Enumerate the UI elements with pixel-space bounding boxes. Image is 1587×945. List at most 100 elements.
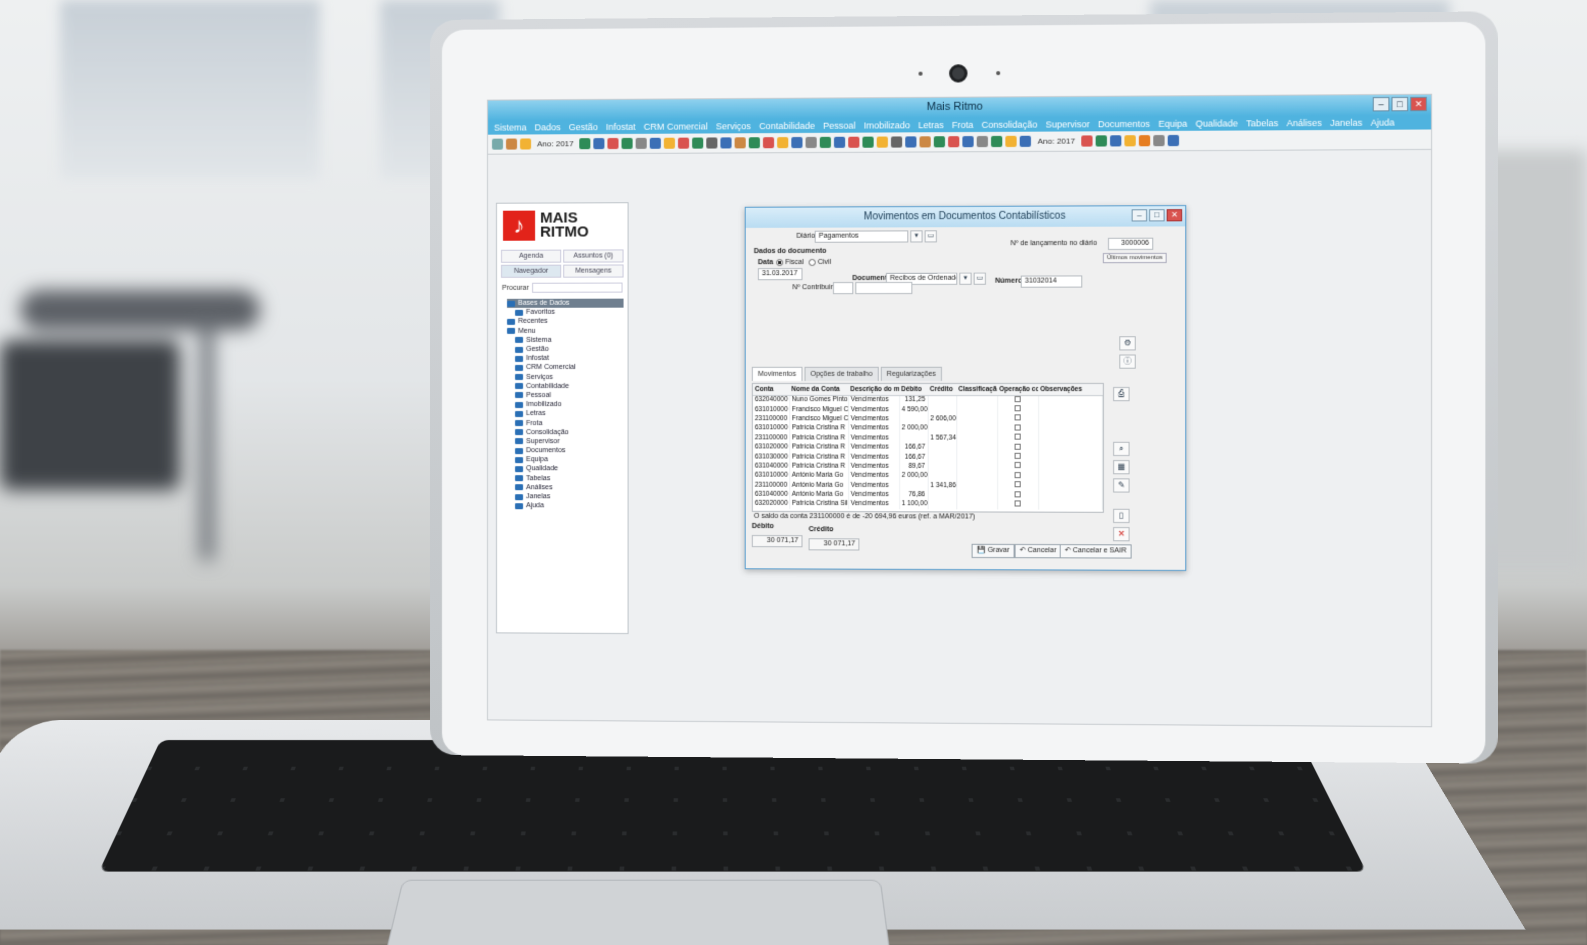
cell-observacoes[interactable] <box>1038 433 1103 443</box>
menu-item[interactable]: Letras <box>918 120 944 130</box>
cell-credito[interactable] <box>927 423 957 434</box>
cell-desc[interactable]: Vencimentos <box>848 480 900 490</box>
cell-credito[interactable]: 2 606,00 <box>927 414 957 424</box>
tool-icon[interactable] <box>777 137 789 149</box>
menu-item[interactable]: Frota <box>952 120 973 130</box>
cell-observacoes[interactable] <box>1038 404 1103 415</box>
tool-icon[interactable] <box>991 135 1003 148</box>
cell-debito[interactable]: 76,86 <box>899 489 928 500</box>
chevron-down-icon[interactable]: ▾ <box>910 230 923 243</box>
cell-classificacao[interactable] <box>956 414 998 424</box>
maximize-icon[interactable]: □ <box>1391 96 1409 112</box>
cell-credito[interactable] <box>927 452 957 462</box>
cell-credito[interactable] <box>927 490 957 500</box>
cell-observacoes[interactable] <box>1038 395 1103 405</box>
tab-mensagens[interactable]: Mensagens <box>563 264 624 278</box>
checkbox[interactable] <box>1014 396 1021 403</box>
maximize-icon[interactable]: □ <box>1149 209 1165 222</box>
checkbox[interactable] <box>1014 500 1021 507</box>
delete-icon[interactable]: ✕ <box>1113 527 1130 542</box>
tool-icon[interactable] <box>607 137 620 150</box>
cell-classificacao[interactable] <box>956 442 998 453</box>
cell-conta[interactable]: 631040000 <box>752 489 790 500</box>
checkbox[interactable] <box>1014 490 1021 497</box>
cell-nome[interactable]: Nuno Gomes Pinto <box>789 395 849 405</box>
cell-observacoes[interactable] <box>1038 442 1103 453</box>
cell-credito[interactable]: 1 341,86 <box>927 480 957 491</box>
tab-agenda[interactable]: Agenda <box>501 249 562 263</box>
cell-conta[interactable]: 631020000 <box>752 442 790 452</box>
tool-icon[interactable] <box>1081 135 1093 147</box>
edit-icon[interactable]: ✎ <box>1113 478 1130 493</box>
cell-desc[interactable]: Vencimentos <box>848 451 900 462</box>
cell-desc[interactable]: Vencimentos <box>848 499 900 509</box>
cell-nome[interactable]: António Maria Go <box>789 480 849 490</box>
checkbox[interactable] <box>1014 471 1021 478</box>
menu-item[interactable]: CRM Comercial <box>644 121 708 131</box>
column-header[interactable]: Débito <box>899 383 928 396</box>
cell-conta[interactable]: 631010000 <box>752 470 790 481</box>
close-icon[interactable]: ✕ <box>1166 209 1183 222</box>
tree-item[interactable]: Análises <box>507 483 624 492</box>
cell-nome[interactable]: Patrícia Cristina R <box>789 461 849 471</box>
new-document-icon[interactable]: ▯ <box>1113 508 1130 524</box>
cell-classificacao[interactable] <box>956 480 998 491</box>
cell-debito[interactable]: 131,25 <box>899 395 928 405</box>
menu-item[interactable]: Tabelas <box>1246 118 1278 128</box>
minimize-icon[interactable]: – <box>1372 97 1390 112</box>
tree-item[interactable]: Contabilidade <box>507 382 624 391</box>
cell-nome[interactable]: Patrícia Cristina R <box>789 451 849 462</box>
tool-icon[interactable] <box>1095 135 1107 147</box>
cell-observacoes[interactable] <box>1038 452 1103 462</box>
checkbox[interactable] <box>1014 443 1021 450</box>
tool-icon[interactable] <box>948 136 960 148</box>
print-icon[interactable]: ⎙ <box>1113 386 1130 402</box>
tree-item[interactable]: Ajuda <box>507 501 624 511</box>
cell-nome[interactable]: Patrícia Cristina R <box>789 442 849 452</box>
tool-icon[interactable] <box>650 137 662 149</box>
tool-icon[interactable] <box>806 136 818 149</box>
tool-icon[interactable] <box>593 138 605 150</box>
tree-item[interactable]: Favoritos <box>507 308 624 317</box>
fiscal-radio[interactable]: Fiscal <box>776 259 804 266</box>
cell-conta[interactable]: 631010000 <box>752 423 790 433</box>
menu-item[interactable]: Serviços <box>716 121 751 131</box>
civil-radio[interactable]: Civil <box>808 258 831 266</box>
table-row[interactable]: 631010000 Francisco Miguel C Vencimentos 4 … <box>752 404 1103 415</box>
cell-observacoes[interactable] <box>1038 461 1103 472</box>
cell-desc[interactable]: Vencimentos <box>848 423 900 434</box>
tool-icon[interactable] <box>706 137 718 149</box>
tree-item[interactable]: Frota <box>507 418 624 427</box>
cell-desc[interactable]: Vencimentos <box>848 470 900 481</box>
tool-icon[interactable] <box>1153 135 1165 147</box>
column-header[interactable]: Descrição do movimento <box>848 383 900 396</box>
settings-icon[interactable]: ⚙ <box>1119 336 1136 351</box>
tool-icon[interactable] <box>891 136 903 148</box>
info-icon[interactable]: ⓘ <box>1119 354 1136 369</box>
column-header[interactable]: Conta <box>752 383 790 396</box>
tab-assuntos[interactable]: Assuntos (0) <box>563 249 624 263</box>
cell-credito[interactable] <box>927 442 957 453</box>
menu-item[interactable]: Qualidade <box>1195 118 1237 128</box>
tool-icon[interactable] <box>977 135 989 148</box>
numero-field[interactable]: 31032014 <box>1020 275 1083 288</box>
table-row[interactable]: 231100000 Patrícia Cristina R Vencimentos 1… <box>752 432 1103 443</box>
cell-credito[interactable] <box>927 499 957 510</box>
menu-item[interactable]: Janelas <box>1330 118 1362 128</box>
tool-icon[interactable] <box>692 137 704 149</box>
tree-item[interactable]: Menu <box>507 326 624 335</box>
tab-navegador[interactable]: Navegador <box>501 264 562 278</box>
cell-debito[interactable]: 1 100,00 <box>899 499 928 509</box>
menu-item[interactable]: Documentos <box>1098 119 1150 129</box>
cell-conta[interactable]: 632040000 <box>752 395 790 405</box>
tool-icon[interactable] <box>749 137 761 149</box>
menu-item[interactable]: Análises <box>1287 118 1322 128</box>
checkbox[interactable] <box>1014 462 1021 469</box>
cell-classificacao[interactable] <box>956 490 998 500</box>
contribuinte-name-field[interactable] <box>855 281 913 295</box>
cell-debito[interactable] <box>899 433 928 443</box>
cell-credito[interactable] <box>927 471 957 481</box>
cell-classificacao[interactable] <box>956 404 998 415</box>
chevron-down-icon[interactable]: ▾ <box>959 272 972 285</box>
cell-debito[interactable]: 166,67 <box>899 451 928 462</box>
